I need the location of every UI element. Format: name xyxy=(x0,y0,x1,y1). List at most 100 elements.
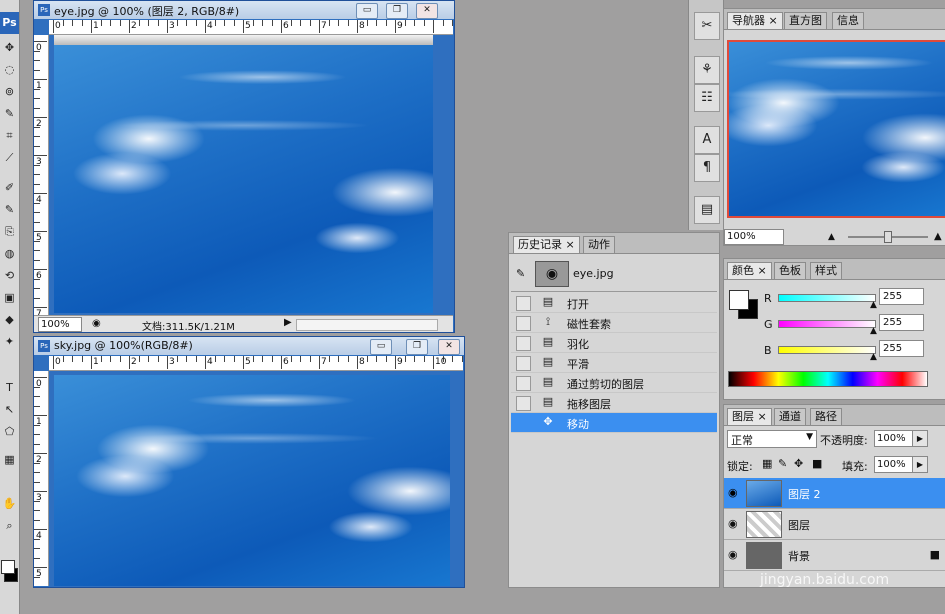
blur-tool-icon[interactable]: ◆ xyxy=(2,312,17,327)
history-source-checkbox[interactable] xyxy=(516,396,531,411)
navigator-preview[interactable] xyxy=(727,40,945,218)
eye-window-titlebar[interactable]: Ps eye.jpg @ 100% (图层 2, RGB/8#) ▭ ❐ ✕ xyxy=(34,1,454,19)
red-slider[interactable] xyxy=(778,294,876,302)
layer-row[interactable]: ◉ 背景 ■ xyxy=(724,540,945,571)
tab-layers[interactable]: 图层 × xyxy=(727,408,772,425)
tab-history[interactable]: 历史记录 × xyxy=(513,236,580,253)
hand-tool-icon[interactable]: ✋ xyxy=(2,496,17,511)
eye-icon[interactable]: ◉ xyxy=(728,517,738,530)
brushes-icon[interactable]: ⚘ xyxy=(694,56,720,84)
zoom-field[interactable]: 100% xyxy=(38,317,82,332)
notes-icon[interactable]: ▤ xyxy=(694,196,720,224)
background-color-swatch[interactable] xyxy=(1,560,15,574)
history-item[interactable]: ▤ 羽化 xyxy=(511,333,717,353)
gradient-tool-icon[interactable]: ▣ xyxy=(2,290,17,305)
foreground-color-swatch[interactable] xyxy=(729,290,749,310)
opacity-field[interactable]: 100% xyxy=(874,430,914,447)
zoom-in-icon[interactable]: ▲ xyxy=(934,231,942,242)
navigator-zoom-field[interactable]: 100% xyxy=(724,229,784,245)
history-source-checkbox[interactable] xyxy=(516,316,531,331)
slice-tool-icon[interactable]: ⟋ xyxy=(2,150,17,165)
history-item[interactable]: ▤ 打开 xyxy=(511,293,717,313)
history-source-checkbox[interactable] xyxy=(516,356,531,371)
eye-icon[interactable]: ◉ xyxy=(728,486,738,499)
magic-wand-tool-icon[interactable]: ✎ xyxy=(2,106,17,121)
tab-color[interactable]: 颜色 × xyxy=(727,262,772,279)
history-item[interactable]: ▤ 拖移图层 xyxy=(511,393,717,413)
tab-actions[interactable]: 动作 xyxy=(583,236,615,253)
shape-tool-icon[interactable]: ⬠ xyxy=(2,424,17,439)
character-icon[interactable]: A xyxy=(694,126,720,154)
healing-brush-tool-icon[interactable]: ✐ xyxy=(2,180,17,195)
history-source-checkbox[interactable] xyxy=(516,376,531,391)
sky-canvas-image[interactable] xyxy=(54,375,450,586)
restore-button[interactable]: ❐ xyxy=(386,3,408,19)
eye-canvas-image[interactable] xyxy=(54,45,433,313)
tab-paths[interactable]: 路径 xyxy=(810,408,842,425)
red-slider-thumb-icon[interactable]: ▲ xyxy=(870,300,877,310)
brush-tool-icon[interactable]: ✎ xyxy=(2,202,17,217)
ruler-tick xyxy=(423,20,425,26)
status-menu-arrow-icon[interactable]: ▶ xyxy=(284,317,292,328)
zoom-tool-icon[interactable]: ⌕ xyxy=(2,518,17,533)
opacity-arrow-icon[interactable]: ▶ xyxy=(912,430,928,447)
blue-value-field[interactable]: 255 xyxy=(879,340,924,357)
marquee-tool-icon[interactable]: ◌ xyxy=(2,62,17,77)
lasso-tool-icon[interactable]: ⊚ xyxy=(2,84,17,99)
green-slider-thumb-icon[interactable]: ▲ xyxy=(870,326,877,336)
lock-image-icon[interactable]: ✎ xyxy=(778,457,787,470)
history-source-checkbox[interactable] xyxy=(516,336,531,351)
move-tool-icon[interactable]: ✥ xyxy=(2,40,17,55)
minimize-button[interactable]: ▭ xyxy=(370,339,392,355)
path-selection-tool-icon[interactable]: ↖ xyxy=(2,402,17,417)
clone-stamp-tool-icon[interactable]: ⎘ xyxy=(2,224,17,239)
tab-histogram[interactable]: 直方图 xyxy=(784,12,827,29)
type-tool-icon[interactable]: T xyxy=(2,380,17,395)
zoom-out-icon[interactable]: ▲ xyxy=(828,232,835,242)
clone-source-icon[interactable]: ☷ xyxy=(694,84,720,112)
horizontal-scrollbar[interactable] xyxy=(296,319,438,331)
red-value-field[interactable]: 255 xyxy=(879,288,924,305)
layer-row-selected[interactable]: ◉ 图层 2 xyxy=(724,478,945,509)
lock-transparency-icon[interactable]: ▦ xyxy=(762,457,772,470)
green-slider[interactable] xyxy=(778,320,876,328)
tab-styles[interactable]: 样式 xyxy=(810,262,842,279)
lock-position-icon[interactable]: ✥ xyxy=(794,457,803,470)
sky-window-titlebar[interactable]: Ps sky.jpg @ 100%(RGB/8#) ▭ ❐ ✕ xyxy=(34,337,464,355)
paragraph-icon[interactable]: ¶ xyxy=(694,154,720,182)
green-value-field[interactable]: 255 xyxy=(879,314,924,331)
lock-all-icon[interactable]: ■ xyxy=(812,457,822,470)
tab-navigator[interactable]: 导航器 × xyxy=(727,12,783,29)
blue-slider[interactable] xyxy=(778,346,876,354)
history-item[interactable]: ▤ 平滑 xyxy=(511,353,717,373)
minimize-button[interactable]: ▭ xyxy=(356,3,378,19)
tools-preset-icon[interactable]: ✂ xyxy=(694,12,720,40)
zoom-slider-thumb[interactable] xyxy=(884,231,892,243)
history-snapshot[interactable]: ✎ ◉ eye.jpg xyxy=(511,257,717,292)
history-brush-tool-icon[interactable]: ◍ xyxy=(2,246,17,261)
status-icon[interactable]: ◉ xyxy=(92,318,101,329)
history-source-checkbox[interactable] xyxy=(516,296,531,311)
blue-slider-thumb-icon[interactable]: ▲ xyxy=(870,352,877,362)
eraser-tool-icon[interactable]: ⟲ xyxy=(2,268,17,283)
dodge-tool-icon[interactable]: ✦ xyxy=(2,334,17,349)
close-button[interactable]: ✕ xyxy=(416,3,438,19)
fill-arrow-icon[interactable]: ▶ xyxy=(912,456,928,473)
history-item[interactable]: ▤ 通过剪切的图层 xyxy=(511,373,717,393)
eye-icon[interactable]: ◉ xyxy=(728,548,738,561)
tab-channels[interactable]: 通道 xyxy=(774,408,806,425)
history-item-selected[interactable]: ✥ 移动 xyxy=(511,413,717,433)
ruler-tick xyxy=(376,356,377,362)
notes-tool-icon[interactable]: ▦ xyxy=(2,452,17,467)
color-spectrum-bar[interactable] xyxy=(728,371,928,387)
history-source-checkbox[interactable] xyxy=(516,416,531,431)
history-item[interactable]: ⟟ 磁性套索 xyxy=(511,313,717,333)
restore-button[interactable]: ❐ xyxy=(406,339,428,355)
crop-tool-icon[interactable]: ⌗ xyxy=(2,128,17,143)
blend-mode-select[interactable]: 正常 ▼ xyxy=(727,430,817,448)
tab-swatches[interactable]: 色板 xyxy=(774,262,806,279)
close-button[interactable]: ✕ xyxy=(438,339,460,355)
fill-field[interactable]: 100% xyxy=(874,456,914,473)
tab-info[interactable]: 信息 xyxy=(832,12,864,29)
layer-row[interactable]: ◉ 图层 xyxy=(724,509,945,540)
